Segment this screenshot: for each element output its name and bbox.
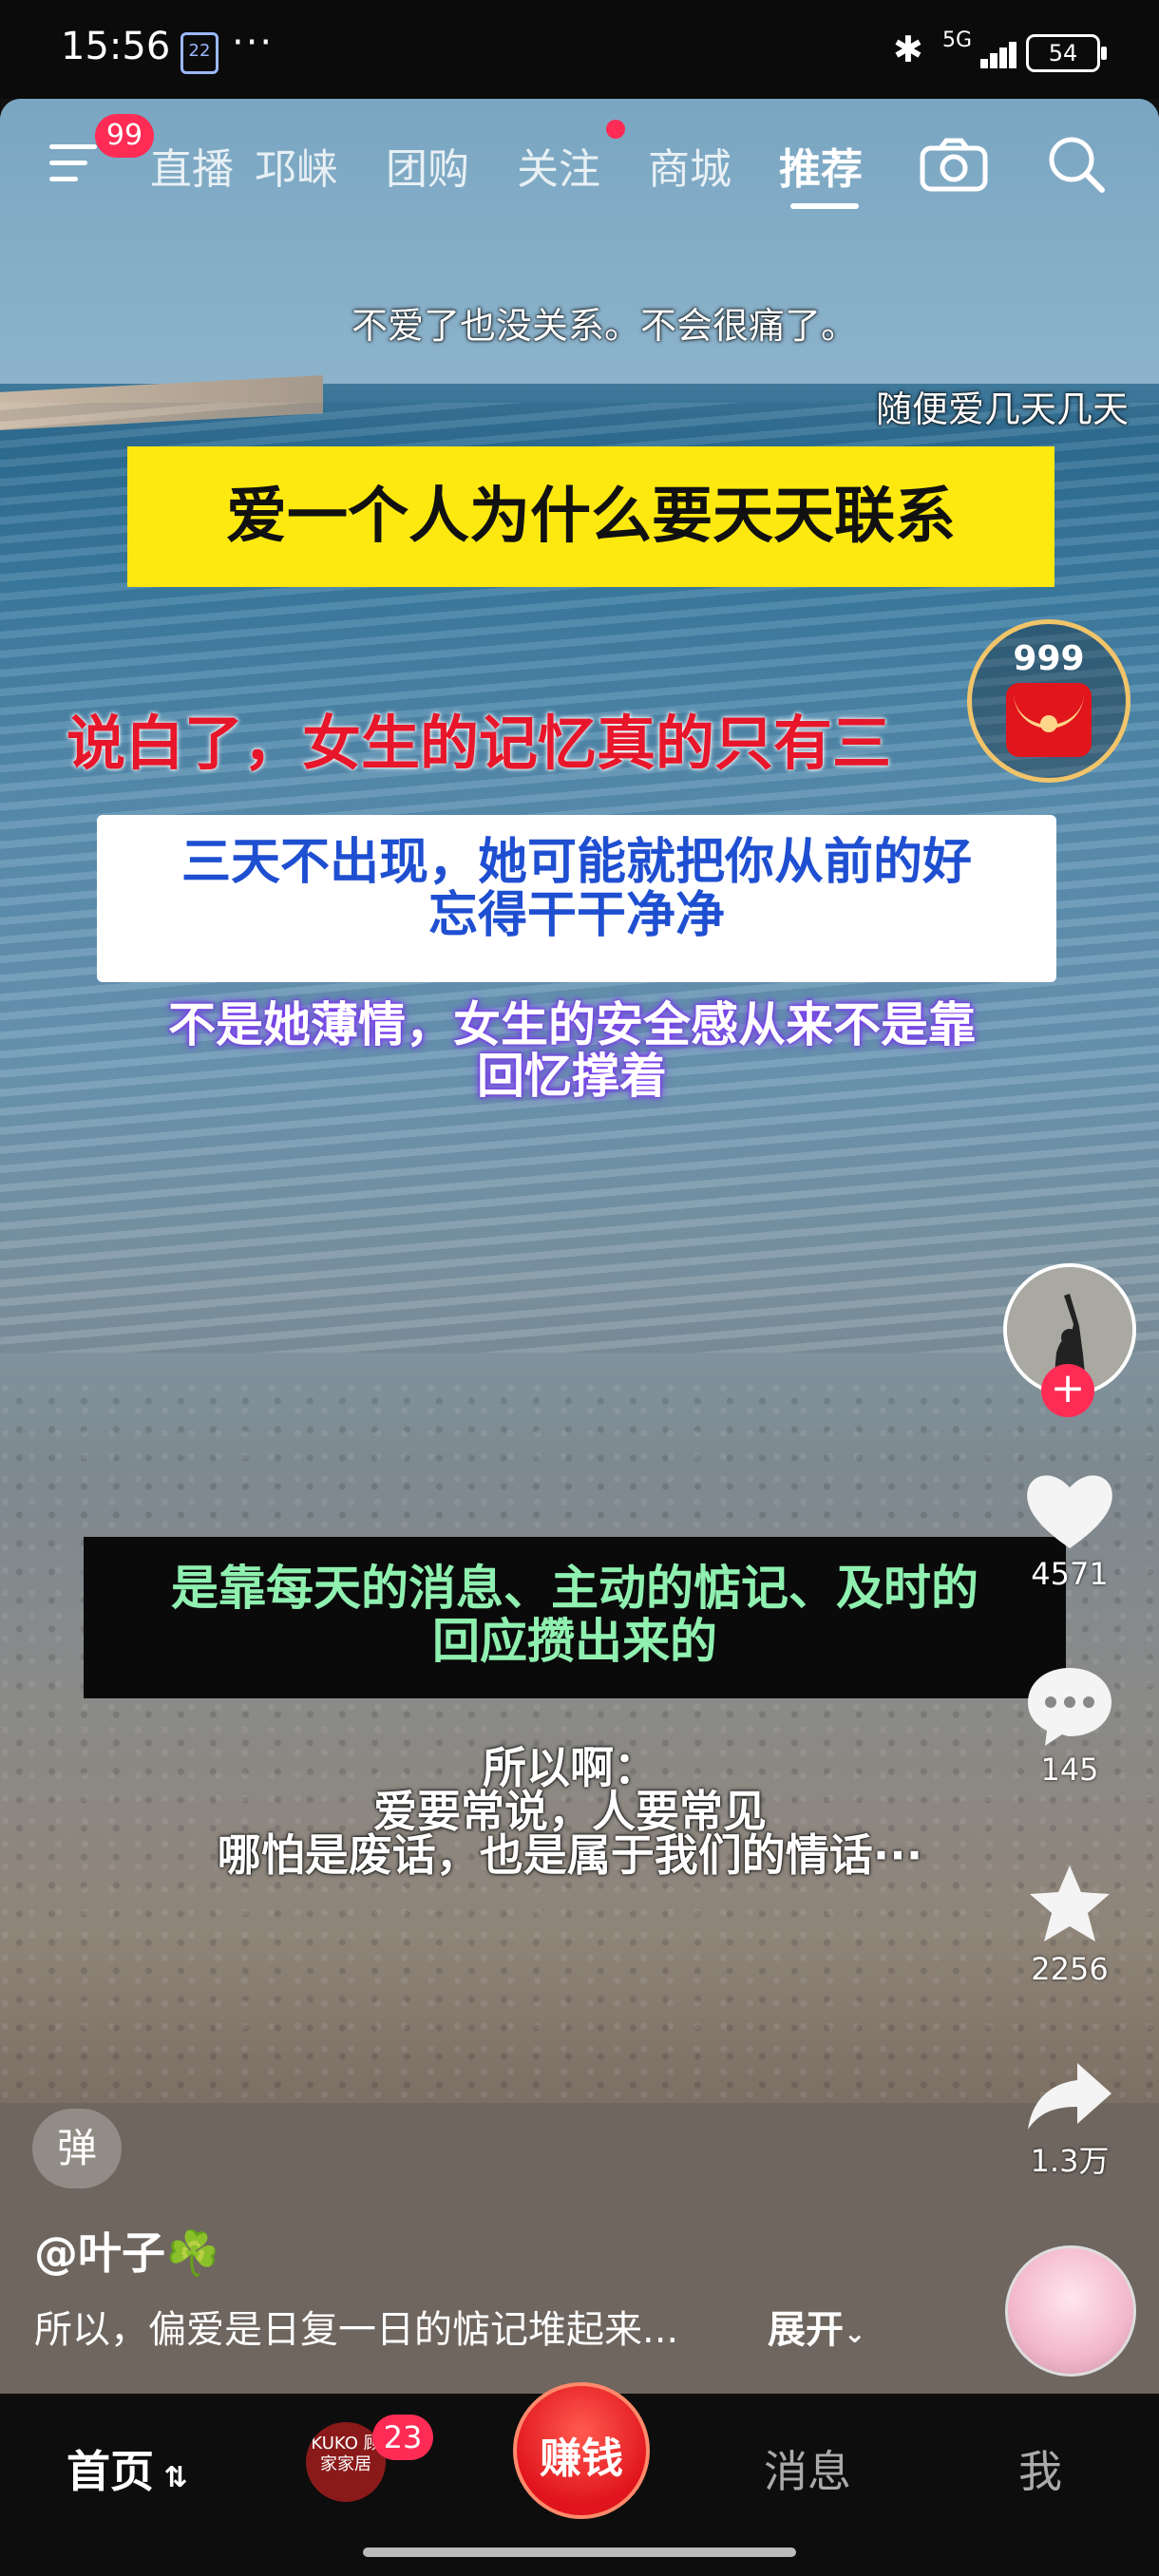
comment-icon — [1028, 1668, 1112, 1746]
danmu-toggle-button[interactable]: 弹 — [32, 2109, 122, 2188]
home-indicator[interactable] — [363, 2548, 796, 2557]
more-notifications-icon: ··· — [232, 21, 275, 65]
expand-button[interactable]: 展开⌄ — [768, 2299, 865, 2354]
video-title-banner: 爱一个人为什么要天天联系 — [127, 446, 1054, 587]
red-envelope-icon — [1006, 683, 1092, 757]
tab-group-buy[interactable]: 团购 — [386, 135, 469, 196]
tab-qionglai[interactable]: 邛崃 — [255, 135, 338, 196]
nav-me[interactable]: 我 — [1018, 2437, 1062, 2500]
video-subtitle-scrolling: 随便爱几天几天 — [876, 388, 1130, 430]
comment-count: 145 — [1040, 1752, 1099, 1788]
tab-following[interactable]: 关注 — [517, 135, 600, 196]
bluetooth-icon: ✱ — [893, 28, 923, 70]
earn-money-button[interactable]: 赚钱 — [513, 2382, 650, 2519]
active-tab-indicator — [790, 203, 859, 209]
video-caption-blue: 三天不出现，她可能就把你从前的好 忘得干干净净 — [180, 834, 972, 944]
video-subtitle: 不爱了也没关系。不会很痛了。 — [352, 305, 858, 347]
tab-mall[interactable]: 商城 — [648, 135, 732, 196]
favorite-count: 2256 — [1031, 1951, 1109, 1987]
status-bar: 15:56 22 ··· ✱ 5G 54 — [0, 0, 1159, 99]
share-icon — [1028, 2063, 1112, 2130]
nav-messages[interactable]: 消息 — [764, 2437, 851, 2500]
favorite-button[interactable]: 2256 — [1013, 1862, 1127, 1987]
top-nav: 99 直播 邛崃 团购 关注 商城 推荐 — [0, 114, 1159, 209]
bottom-nav: 首页 ⇅ KUKO 顾家家居 23 赚钱 消息 我 — [0, 2382, 1159, 2576]
tab-recommend[interactable]: 推荐 — [779, 135, 863, 196]
video-caption-green: 是靠每天的消息、主动的惦记、及时的 回应攒出来的 — [171, 1561, 978, 1669]
tab-live[interactable]: 直播 — [150, 135, 234, 196]
video-caption-red: 说白了，女生的记忆真的只有三 — [66, 709, 892, 778]
menu-icon[interactable] — [49, 142, 97, 184]
nav-home[interactable]: 首页 ⇅ — [66, 2437, 188, 2500]
chevron-down-icon: ⌄ — [844, 2318, 866, 2349]
search-icon[interactable] — [1045, 133, 1108, 199]
status-time: 15:56 — [61, 25, 171, 68]
calendar-icon: 22 — [180, 32, 218, 74]
red-packet-count: 999 — [1013, 639, 1085, 678]
swap-icon: ⇅ — [154, 2461, 188, 2494]
video-caption-purple: 不是她薄情，女生的安全感从来不是靠 回忆撑着 — [168, 997, 976, 1104]
battery-icon: 54 — [1026, 34, 1107, 72]
video-caption-white: 所以啊： 爱要常说，人要常见 哪怕是废话，也是属于我们的情话··· — [217, 1742, 923, 1881]
heart-icon — [1027, 1475, 1112, 1548]
red-packet-widget[interactable]: 999 — [967, 619, 1130, 783]
camera-icon[interactable] — [920, 137, 988, 196]
star-icon — [1030, 1866, 1110, 1941]
post-description[interactable]: 所以，偏爱是日复一日的惦记堆起来... — [34, 2299, 678, 2354]
video-player[interactable] — [0, 99, 1159, 2394]
comment-button[interactable]: 145 — [1013, 1662, 1127, 1788]
follow-button[interactable]: + — [1041, 1364, 1094, 1417]
like-button[interactable]: 4571 — [1013, 1467, 1127, 1592]
signal-icon — [960, 38, 1016, 68]
following-dot — [606, 120, 625, 139]
share-button[interactable]: 1.3万 — [1013, 2057, 1127, 2181]
menu-badge: 99 — [95, 114, 154, 158]
music-disc-avatar[interactable] — [1005, 2245, 1136, 2377]
like-count: 4571 — [1031, 1556, 1109, 1592]
friends-badge: 23 — [372, 2415, 433, 2460]
share-count: 1.3万 — [1030, 2143, 1110, 2179]
author-name[interactable]: @叶子☘️ — [34, 2219, 219, 2282]
